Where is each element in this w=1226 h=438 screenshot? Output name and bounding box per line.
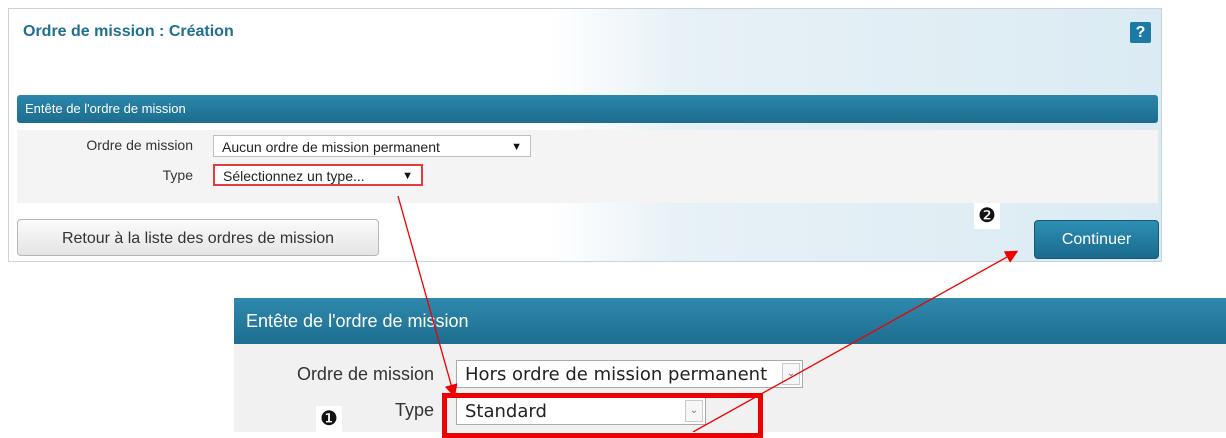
help-icon[interactable]: ? <box>1130 22 1151 43</box>
type-select-value: Sélectionnez un type... <box>223 168 365 184</box>
zoom-ordre-select-value: Hors ordre de mission permanent <box>465 364 768 385</box>
zoom-ordre-select[interactable]: Hors ordre de mission permanent ⌄ <box>456 360 803 388</box>
ordre-select[interactable]: Aucun ordre de mission permanent ▼ <box>213 135 531 157</box>
step-1-marker: ❶ <box>316 406 342 432</box>
type-label: Type <box>162 167 193 183</box>
ordre-label: Ordre de mission <box>86 137 193 153</box>
type-highlight-box <box>442 393 763 438</box>
chevron-down-icon: ▼ <box>402 170 413 182</box>
chevron-down-icon: ⌄ <box>782 363 800 385</box>
chevron-down-icon: ▼ <box>511 141 522 153</box>
ordre-select-value: Aucun ordre de mission permanent <box>222 139 440 155</box>
back-to-list-button[interactable]: Retour à la liste des ordres de mission <box>17 219 379 256</box>
mission-order-panel: Ordre de mission : Création ? Entête de … <box>8 8 1162 262</box>
type-select[interactable]: Sélectionnez un type... ▼ <box>213 164 423 186</box>
section-header: Entête de l'ordre de mission <box>17 95 1158 123</box>
continue-button[interactable]: Continuer <box>1034 220 1159 259</box>
zoom-section-header: Entête de l'ordre de mission <box>234 298 1226 344</box>
step-2-marker: ❷ <box>974 203 1000 229</box>
form-area: Ordre de mission Aucun ordre de mission … <box>17 130 1158 203</box>
zoom-ordre-label: Ordre de mission <box>296 364 434 384</box>
page-title: Ordre de mission : Création <box>23 23 234 40</box>
